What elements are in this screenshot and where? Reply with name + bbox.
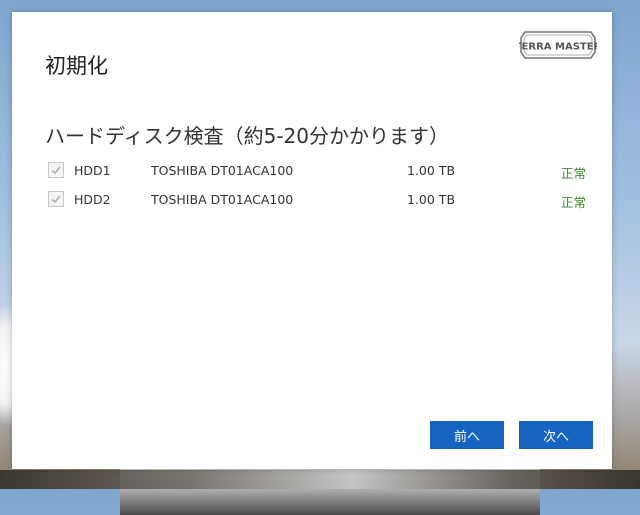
checkmark-icon — [51, 166, 61, 175]
disk-model: TOSHIBA DT01ACA100 — [151, 163, 294, 178]
disk-check-heading: ハードディスク検査（約5-20分かかります） — [45, 124, 449, 148]
next-button[interactable]: 次へ — [519, 421, 593, 449]
checkmark-icon — [51, 195, 61, 204]
disk-size: 1.00 TB — [407, 163, 456, 178]
background-bottom-strip — [0, 470, 640, 489]
logo-text: TERRA MASTER — [519, 42, 597, 53]
disk-checkbox[interactable] — [48, 162, 64, 178]
disk-row: HDD2 TOSHIBA DT01ACA100 1.00 TB 正常 — [45, 189, 590, 211]
prev-button[interactable]: 前へ — [430, 421, 504, 449]
disk-size: 1.00 TB — [407, 192, 456, 207]
disk-row: HDD1 TOSHIBA DT01ACA100 1.00 TB 正常 — [45, 160, 590, 182]
disk-name: HDD1 — [74, 163, 111, 178]
terramaster-logo: TERRA MASTER — [519, 31, 597, 59]
dialog-title: 初期化 — [45, 54, 108, 78]
initialization-dialog: 初期化 TERRA MASTER ハードディスク検査（約5-20分かかります） … — [12, 12, 612, 469]
disk-status: 正常 — [561, 195, 587, 210]
disk-name: HDD2 — [74, 192, 111, 207]
disk-checkbox[interactable] — [48, 191, 64, 207]
disk-status: 正常 — [561, 166, 587, 181]
disk-model: TOSHIBA DT01ACA100 — [151, 192, 294, 207]
